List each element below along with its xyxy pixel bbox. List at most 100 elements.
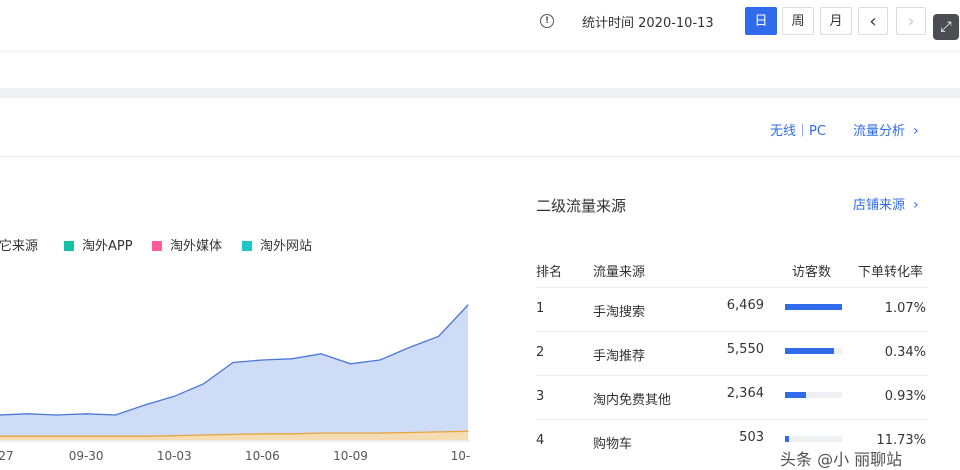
data-point xyxy=(114,435,117,437)
data-point xyxy=(320,353,322,355)
rank-cell: 3 xyxy=(536,389,545,404)
column-visitors[interactable]: 访客数 xyxy=(792,261,831,280)
traffic-analysis-label: 流量分析 xyxy=(853,124,906,139)
source-cell: 淘内免费其他 xyxy=(593,393,672,408)
stat-time-label: 统计时间 2020-10-13 xyxy=(582,16,714,31)
visitor-bar-track xyxy=(785,304,842,310)
legend-label: 淘外媒体 xyxy=(170,239,223,254)
table-row[interactable]: 2 手淘推荐 5,550 0.34% xyxy=(536,331,928,375)
conversion-cell: 0.34% xyxy=(884,345,926,360)
data-point xyxy=(467,430,469,432)
x-tick-label: 27 xyxy=(0,449,14,463)
legend-item-overseas-media[interactable]: 淘外媒体 xyxy=(152,235,222,254)
data-point xyxy=(56,414,58,416)
watermark: 头条 @小 丽聊站 xyxy=(780,450,903,469)
source-cell: 手淘推荐 xyxy=(593,349,646,364)
visitor-bar-track xyxy=(785,348,842,354)
data-point xyxy=(408,346,410,349)
shop-source-label: 店铺来源 xyxy=(853,198,906,213)
legend-label: 淘外APP xyxy=(82,239,133,254)
legend-swatch xyxy=(242,241,252,251)
data-point xyxy=(379,432,381,434)
data-point xyxy=(85,435,87,437)
data-point xyxy=(26,413,28,415)
visitors-cell: 5,550 xyxy=(726,342,764,357)
next-date-button[interactable]: › xyxy=(896,7,926,35)
data-point xyxy=(349,363,352,365)
rank-cell: 4 xyxy=(536,433,545,448)
data-point xyxy=(379,359,381,361)
data-point xyxy=(232,433,234,435)
visitors-cell: 503 xyxy=(739,430,764,445)
section-header: 无线｜PC 流量分析 › xyxy=(0,98,960,157)
month-button[interactable]: 月 xyxy=(820,7,852,35)
data-point xyxy=(203,383,205,385)
info-icon[interactable]: ! xyxy=(540,14,554,28)
table-row[interactable]: 3 淘内免费其他 2,364 0.93% xyxy=(536,375,928,419)
rank-cell: 1 xyxy=(536,301,545,316)
visitors-cell: 2,364 xyxy=(726,386,764,401)
data-point xyxy=(438,335,440,337)
day-button[interactable]: 日 xyxy=(745,7,777,35)
visitors-cell: 6,469 xyxy=(726,298,764,313)
data-point xyxy=(232,361,234,364)
legend-swatch xyxy=(64,241,74,251)
data-point xyxy=(85,413,87,415)
section-divider xyxy=(0,88,960,98)
data-point xyxy=(320,432,322,434)
rank-cell: 2 xyxy=(536,345,545,360)
legend-item-overseas-app[interactable]: 淘外APP xyxy=(64,235,133,254)
x-tick-label: 10-13 xyxy=(451,449,470,463)
visitor-bar-fill xyxy=(785,304,842,310)
shop-source-link[interactable]: 店铺来源 › xyxy=(853,194,919,213)
source-cell: 手淘搜索 xyxy=(593,305,646,320)
data-point xyxy=(173,435,175,437)
device-toggle[interactable]: 无线｜PC xyxy=(770,120,826,139)
data-point xyxy=(173,395,175,397)
legend-item-other[interactable]: 其它来源 xyxy=(0,235,38,254)
traffic-analysis-link[interactable]: 流量分析 › xyxy=(853,120,919,139)
traffic-area-chart: 27 09-30 10-03 10-06 10-09 10-13 xyxy=(0,304,470,463)
conversion-cell: 1.07% xyxy=(884,301,926,316)
x-tick-label: 10-03 xyxy=(157,449,192,463)
x-tick-label: 10-09 xyxy=(333,449,368,463)
chevron-right-icon: › xyxy=(913,197,919,213)
data-point xyxy=(144,404,146,406)
data-point xyxy=(291,358,293,360)
data-point xyxy=(56,435,58,437)
data-point xyxy=(291,433,293,435)
source-cell: 购物车 xyxy=(593,437,633,452)
legend-item-overseas-site[interactable]: 淘外网站 xyxy=(242,235,312,254)
week-button[interactable]: 周 xyxy=(782,7,814,35)
top-bar: ! 统计时间 2020-10-13 日 周 月 ‹ › ⤢ xyxy=(0,0,960,50)
legend-swatch xyxy=(152,241,162,251)
data-point xyxy=(438,431,440,433)
prev-date-button[interactable]: ‹ xyxy=(858,7,888,35)
data-point xyxy=(261,359,263,361)
top-band xyxy=(0,52,960,89)
legend-label: 淘外网站 xyxy=(260,239,313,254)
x-tick-label: 10-06 xyxy=(245,449,280,463)
data-point xyxy=(144,435,146,437)
data-point xyxy=(467,304,469,306)
visitor-bar-fill xyxy=(785,436,790,442)
x-tick-label: 09-30 xyxy=(69,449,104,463)
column-conversion[interactable]: 下单转化率 xyxy=(858,261,923,280)
visitor-bar-fill xyxy=(785,392,806,398)
column-rank: 排名 xyxy=(536,265,563,280)
data-point xyxy=(203,434,205,436)
panel-title: 二级流量来源 xyxy=(536,197,627,215)
data-point xyxy=(26,435,28,437)
data-point xyxy=(114,414,117,416)
visitor-bar-fill xyxy=(785,348,834,354)
data-point xyxy=(408,431,410,434)
data-point xyxy=(349,432,352,434)
table-row[interactable]: 1 手淘搜索 6,469 1.07% xyxy=(536,287,928,331)
fullscreen-icon[interactable]: ⤢ xyxy=(933,14,959,40)
data-point xyxy=(261,433,263,435)
visitor-bar-track xyxy=(785,436,842,442)
series-area-0 xyxy=(0,305,468,440)
column-source: 流量来源 xyxy=(593,265,646,280)
conversion-cell: 0.93% xyxy=(884,389,926,404)
chevron-right-icon: › xyxy=(913,123,919,139)
